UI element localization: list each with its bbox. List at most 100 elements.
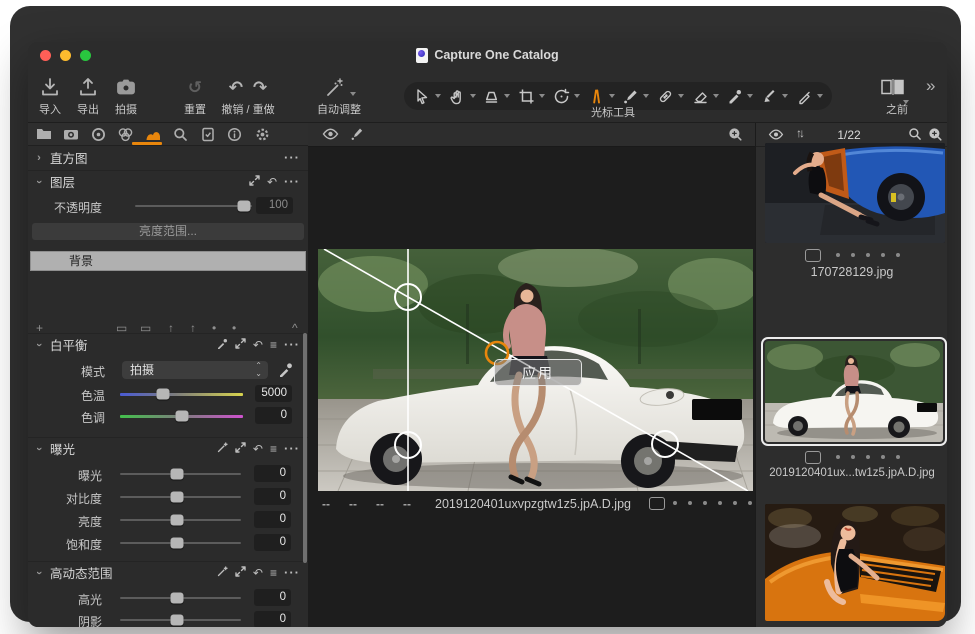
auto-adjust-button[interactable]: 自动调整 bbox=[311, 72, 367, 117]
thumb-2-checkbox[interactable] bbox=[805, 451, 821, 464]
tab-library[interactable] bbox=[34, 125, 54, 143]
exposure-presets-icon[interactable]: ≡ bbox=[270, 443, 277, 455]
exposure-section-header[interactable]: › 曝光 ↶ ≡ ··· bbox=[28, 437, 308, 459]
panel-scrollbar[interactable] bbox=[303, 333, 307, 563]
slider-value[interactable]: 0 bbox=[254, 488, 291, 505]
pan-tool[interactable] bbox=[447, 84, 477, 108]
pick-color-tool[interactable] bbox=[724, 84, 754, 108]
tab-metadata[interactable] bbox=[198, 125, 218, 143]
mask2-icon[interactable]: ▭ bbox=[140, 321, 151, 332]
wb-picker-icon[interactable] bbox=[217, 338, 228, 351]
histogram-menu-icon[interactable]: ··· bbox=[284, 152, 300, 164]
layers-menu-icon[interactable]: ··· bbox=[284, 176, 300, 188]
wb-reset-icon[interactable]: ↶ bbox=[253, 339, 263, 351]
slider-value[interactable]: 0 bbox=[254, 611, 291, 627]
slider-thumb[interactable] bbox=[170, 515, 183, 526]
thumbnail-2-selected[interactable] bbox=[761, 337, 947, 446]
background-layer-row[interactable]: 背景 bbox=[30, 251, 306, 271]
exposure-reset-icon[interactable]: ↶ bbox=[253, 443, 263, 455]
layers-section-header[interactable]: › 图层 ↶ ··· bbox=[28, 170, 308, 192]
opacity-slider-thumb[interactable] bbox=[237, 201, 250, 212]
hdr-auto-icon[interactable] bbox=[217, 566, 228, 579]
slider-thumb[interactable] bbox=[170, 615, 183, 626]
adjustment-slider[interactable] bbox=[120, 465, 241, 483]
tab-settings[interactable] bbox=[252, 125, 272, 143]
hdr-menu-icon[interactable]: ··· bbox=[284, 567, 300, 579]
wb-expand-icon[interactable] bbox=[235, 338, 246, 351]
heal-tool[interactable] bbox=[655, 84, 685, 108]
histogram-section-header[interactable]: › 直方图 ··· bbox=[28, 147, 308, 168]
rating-dot[interactable] bbox=[673, 501, 677, 505]
slider-value[interactable]: 0 bbox=[254, 589, 291, 606]
adjustment-slider[interactable] bbox=[120, 534, 241, 552]
select-checkbox[interactable] bbox=[649, 497, 665, 510]
capture-button[interactable]: 拍摄 bbox=[108, 72, 144, 117]
lock-icon[interactable]: • bbox=[212, 321, 216, 332]
collapse-icon[interactable]: ^ bbox=[292, 321, 298, 332]
wb-presets-icon[interactable]: ≡ bbox=[270, 339, 277, 351]
white-balance-section-header[interactable]: › 白平衡 ↶ ≡ ··· bbox=[28, 333, 308, 355]
slider-thumb[interactable] bbox=[170, 593, 183, 604]
rating-dot[interactable] bbox=[866, 455, 870, 459]
rating-dot[interactable] bbox=[866, 253, 870, 257]
mask-brush-icon[interactable] bbox=[350, 127, 364, 146]
opacity-slider[interactable] bbox=[135, 197, 252, 215]
hdr-reset-icon[interactable]: ↶ bbox=[253, 567, 263, 579]
wb-eyedropper-icon[interactable] bbox=[278, 362, 293, 382]
mask-icon[interactable]: ▭ bbox=[116, 321, 127, 332]
rating-dot[interactable] bbox=[881, 253, 885, 257]
rating-dot[interactable] bbox=[688, 501, 692, 505]
slider-value[interactable]: 0 bbox=[254, 534, 291, 551]
slider-value[interactable]: 0 bbox=[254, 511, 291, 528]
rating-dot[interactable] bbox=[851, 253, 855, 257]
wb-tint-value[interactable]: 0 bbox=[255, 407, 292, 424]
tab-details[interactable] bbox=[170, 125, 190, 143]
adjustment-slider[interactable] bbox=[120, 611, 241, 627]
exposure-expand-icon[interactable] bbox=[235, 442, 246, 455]
crop-tool[interactable] bbox=[516, 84, 546, 108]
thumbnail-3[interactable] bbox=[765, 504, 945, 621]
apply-button[interactable]: 应用 bbox=[494, 359, 582, 386]
hdr-section-header[interactable]: › 高动态范围 ↶ ≡ ··· bbox=[28, 561, 308, 583]
sort-icon[interactable]: ↑↓ bbox=[796, 126, 802, 140]
import-button[interactable]: 导入 bbox=[32, 72, 68, 117]
reset-button[interactable]: ↺ 重置 bbox=[176, 72, 214, 117]
adjustment-slider[interactable] bbox=[120, 488, 241, 506]
rating-dot[interactable] bbox=[733, 501, 737, 505]
redo-icon[interactable]: ↷ bbox=[253, 78, 267, 98]
wb-tint-slider[interactable] bbox=[120, 407, 243, 425]
before-after-button[interactable]: 之前 bbox=[876, 72, 918, 117]
pin-icon[interactable]: • bbox=[232, 321, 236, 332]
wb-temp-slider-thumb[interactable] bbox=[157, 389, 170, 400]
layers-expand-icon[interactable] bbox=[249, 175, 260, 188]
rating-dot[interactable] bbox=[836, 455, 840, 459]
thumb-1-checkbox[interactable] bbox=[805, 249, 821, 262]
viewer-zoom-icon[interactable] bbox=[728, 127, 743, 147]
proof-eye-icon[interactable] bbox=[322, 127, 339, 145]
luma-range-button[interactable]: 亮度范围... bbox=[32, 223, 304, 240]
tab-adjustments[interactable] bbox=[143, 125, 163, 143]
move-down-icon[interactable]: ↑ bbox=[190, 321, 196, 332]
wb-tint-slider-thumb[interactable] bbox=[175, 411, 188, 422]
rating-dot[interactable] bbox=[896, 455, 900, 459]
hdr-expand-icon[interactable] bbox=[235, 566, 246, 579]
rating-dot[interactable] bbox=[851, 455, 855, 459]
slider-thumb[interactable] bbox=[170, 492, 183, 503]
annotate-tool[interactable] bbox=[794, 84, 824, 108]
main-photo[interactable]: 应用 bbox=[318, 249, 753, 491]
move-up-icon[interactable]: ↑ bbox=[168, 321, 174, 332]
slider-thumb[interactable] bbox=[170, 538, 183, 549]
layers-reset-icon[interactable]: ↶ bbox=[267, 176, 277, 188]
wb-mode-select[interactable]: 拍摄 ⌃⌄ bbox=[122, 361, 268, 379]
gradient-mask-tool[interactable] bbox=[759, 84, 789, 108]
toolbar-overflow-button[interactable]: » bbox=[926, 76, 933, 96]
rating-dot[interactable] bbox=[836, 253, 840, 257]
tab-capture[interactable] bbox=[61, 125, 81, 143]
adjustment-slider[interactable] bbox=[120, 589, 241, 607]
opacity-value[interactable]: 100 bbox=[256, 197, 293, 214]
export-button[interactable]: 导出 bbox=[70, 72, 106, 117]
rating-dot[interactable] bbox=[896, 253, 900, 257]
adjustment-slider[interactable] bbox=[120, 511, 241, 529]
thumbnail-1[interactable] bbox=[765, 143, 945, 243]
rating-dot[interactable] bbox=[718, 501, 722, 505]
